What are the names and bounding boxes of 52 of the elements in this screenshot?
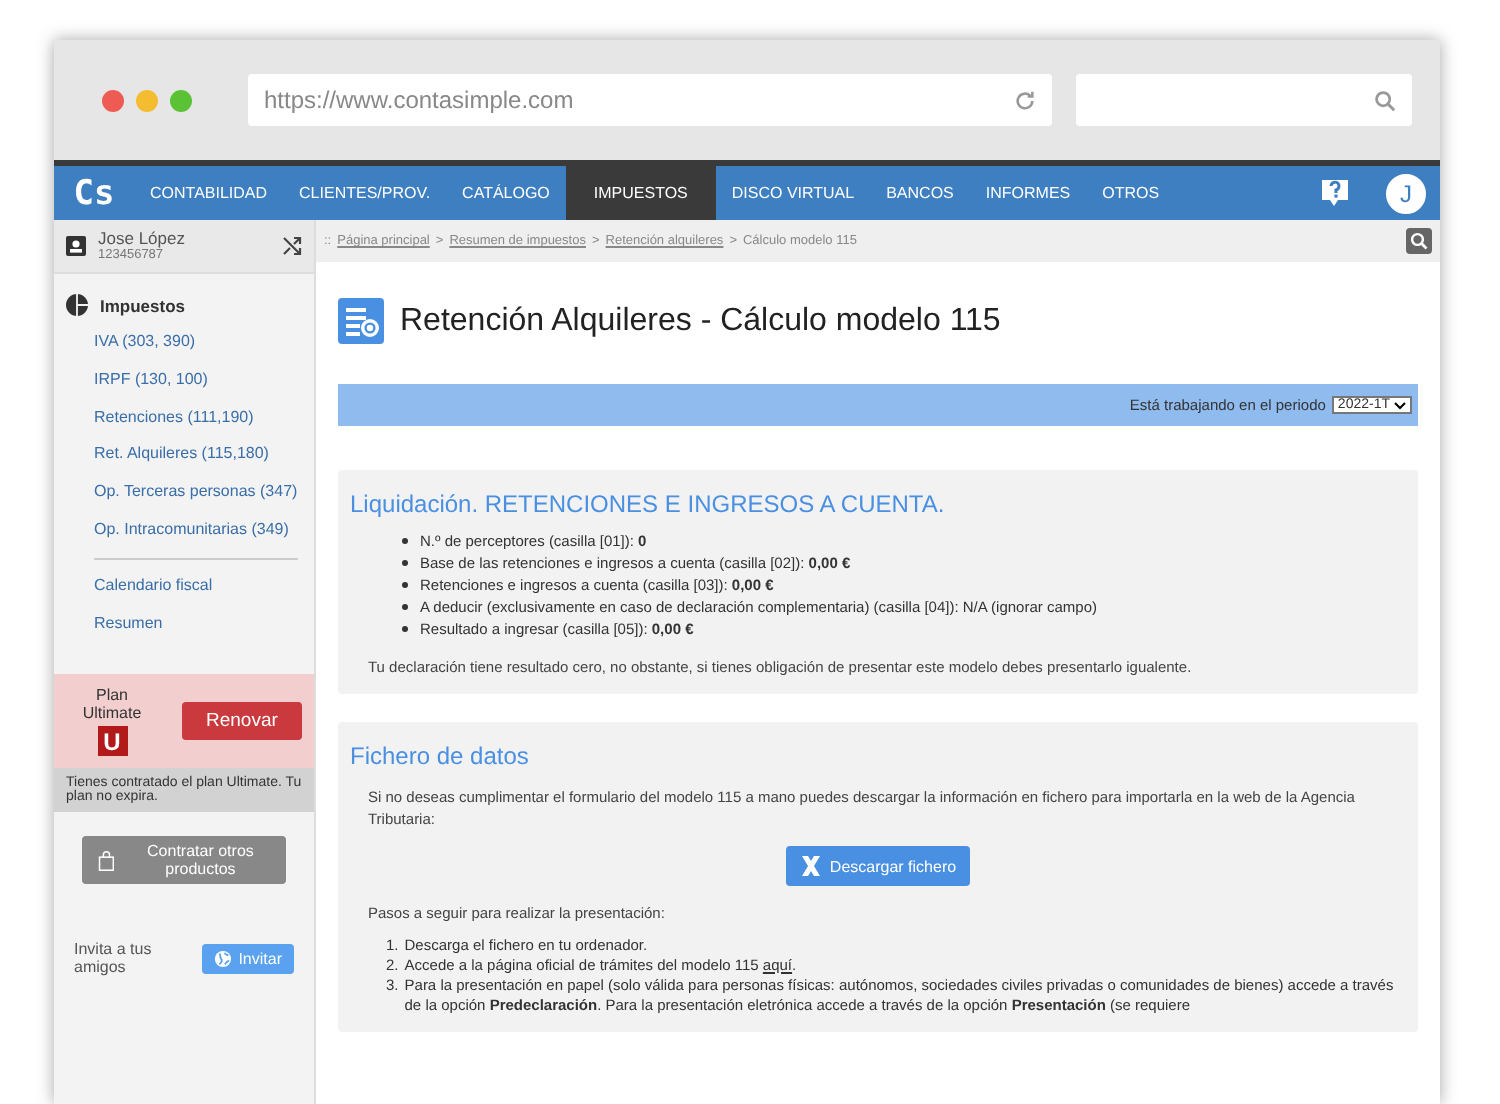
sidebar-link[interactable]: Resumen (54, 605, 314, 643)
nav-tab[interactable]: OTROS (1086, 166, 1176, 220)
shuffle-icon[interactable] (282, 236, 302, 256)
nav-tab[interactable]: IMPUESTOS (565, 166, 716, 220)
address-bar[interactable]: https://www.contasimple.com (248, 74, 1052, 126)
products-button[interactable]: Contratar otros productos (82, 836, 286, 885)
search-button[interactable] (1406, 228, 1432, 254)
sidebar-link[interactable]: Retenciones (111,190) (54, 399, 314, 437)
nav-tab[interactable]: DISCO VIRTUAL (715, 166, 871, 220)
nav-tab[interactable]: CATÁLOGO (446, 166, 566, 220)
nav-tab[interactable]: BANCOS (870, 166, 970, 220)
user-card-icon (66, 236, 86, 256)
bullet-icon (402, 538, 408, 544)
plan-label: Plan (95, 686, 128, 705)
sidebar-link[interactable]: Calendario fiscal (54, 567, 314, 606)
reload-icon[interactable] (1014, 89, 1036, 111)
shopping-bag-icon (98, 847, 115, 874)
bullet-icon (402, 582, 408, 588)
plan-name: Ultimate (82, 704, 142, 723)
window-controls-drawing[interactable] (102, 89, 192, 111)
x-logo-icon (799, 856, 822, 876)
user-name: Jose López (98, 230, 187, 248)
nav-tab[interactable]: INFORMES (969, 166, 1087, 220)
search-icon (1374, 89, 1396, 111)
bullet-icon (402, 604, 408, 610)
search-icon (1410, 232, 1428, 250)
logo[interactable]: Cs (54, 166, 134, 220)
document-list-icon (338, 298, 384, 344)
plan-badge: U (97, 726, 127, 757)
help-icon[interactable] (1322, 178, 1348, 208)
globe-icon (214, 949, 233, 968)
sidebar-link[interactable]: Ret. Alquileres (115,180) (54, 436, 314, 475)
download-button[interactable]: Descargar fichero (785, 846, 971, 886)
sidebar-link[interactable]: Op. Intracomunitarias (349) (54, 511, 314, 550)
invite-button[interactable]: Invitar (202, 943, 294, 974)
pie-chart-icon (66, 294, 88, 316)
invite-text: Invita a tus amigos (74, 940, 154, 977)
bullet-icon (402, 626, 408, 632)
nav-tab[interactable]: CLIENTES/PROV. (283, 166, 447, 220)
user-avatar[interactable]: J (1384, 171, 1428, 215)
section-heading: Fichero de datos (350, 742, 531, 770)
renew-button[interactable]: Renovar (182, 702, 302, 741)
chevron-down-icon (1394, 401, 1406, 409)
section-heading: Liquidación. RETENCIONES E INGRESOS A CUENTA. (350, 490, 947, 518)
section-title: Impuestos (100, 295, 186, 315)
sidebar-link[interactable]: Op. Terceras personas (347) (54, 474, 314, 512)
bullet-icon (402, 560, 408, 566)
sidebar-link[interactable]: IRPF (130, 100) (54, 361, 314, 400)
search-field[interactable] (1076, 74, 1412, 126)
nav-tab[interactable]: CONTABILIDAD (134, 166, 284, 220)
sidebar-link[interactable]: IVA (303, 390) (54, 324, 314, 362)
page-title: Retención Alquileres - Cálculo modelo 115 (400, 303, 1001, 339)
